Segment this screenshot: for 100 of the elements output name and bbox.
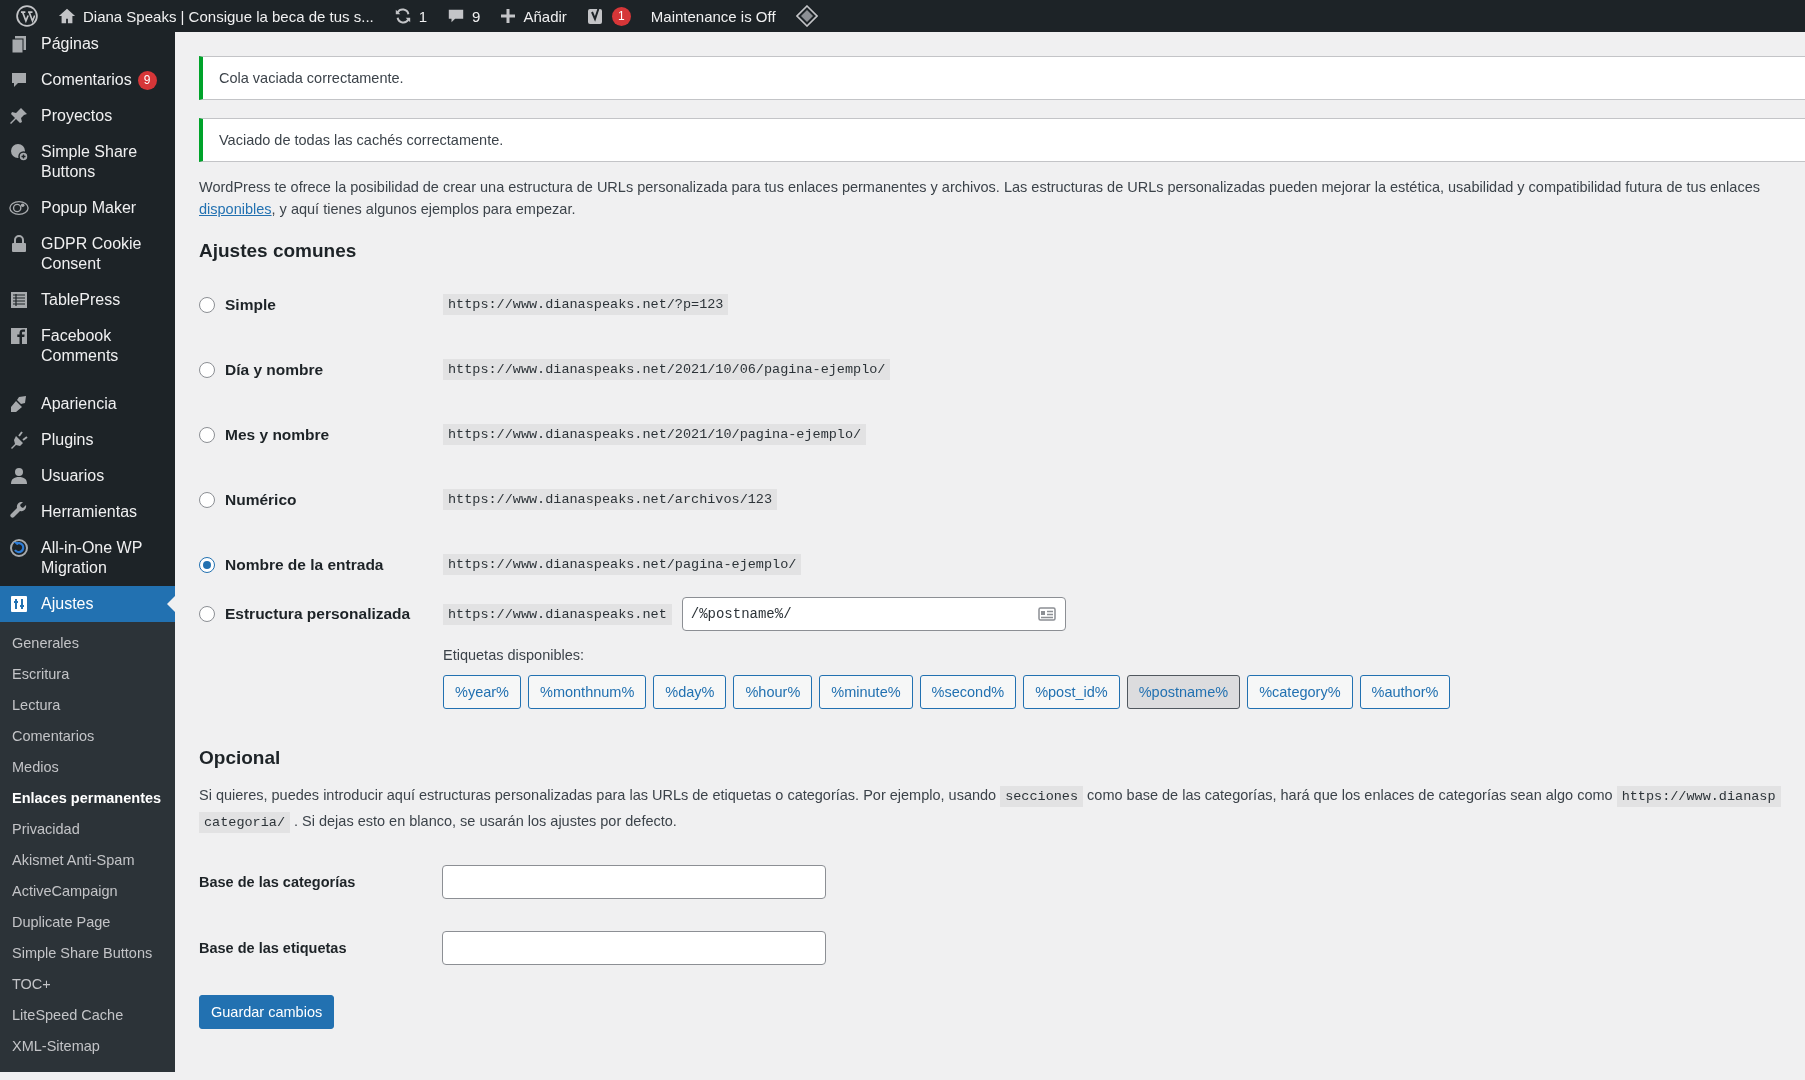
popup-icon: [9, 198, 29, 218]
submenu-item[interactable]: Privacidad: [0, 814, 175, 845]
submenu-item[interactable]: LiteSpeed Cache: [0, 1000, 175, 1031]
maintenance-status-link[interactable]: Maintenance is Off: [650, 7, 776, 25]
description-text: , y aquí tienes algunos ejemplos para empezar.: [271, 201, 576, 217]
section-heading: Ajustes comunes: [199, 240, 358, 262]
code-snippet: categoria/: [199, 812, 290, 833]
submenu-item[interactable]: Generales: [0, 628, 175, 659]
tag-button[interactable]: %monthnum%: [528, 675, 647, 709]
comment-icon: [9, 70, 29, 90]
sidebar-item[interactable]: Páginas: [0, 32, 175, 62]
success-notice: Cola vaciada correctamente.: [199, 56, 1805, 100]
tag-button[interactable]: %author%: [1359, 675, 1451, 709]
url-example: https://www.dianaspeaks.net/2021/10/pagina-ejemplo/: [443, 424, 867, 445]
submenu-item[interactable]: Comentarios: [0, 721, 175, 752]
radio-button[interactable]: [199, 606, 215, 622]
tag-button[interactable]: %second%: [919, 675, 1017, 709]
option-label: Día y nombre: [225, 360, 324, 379]
url-example: https://www.dianaspeaks.net/?p=123: [443, 294, 729, 315]
site-title-link[interactable]: Diana Speaks | Consigue la beca de tus s...: [83, 7, 374, 25]
tag-button[interactable]: %hour%: [733, 675, 813, 709]
section-heading: Opcional: [199, 747, 282, 769]
sidebar-item[interactable]: Proyectos: [0, 98, 175, 134]
tags-label: Etiquetas disponibles:: [443, 647, 586, 663]
custom-structure-field[interactable]: /%postname%/: [681, 597, 1066, 631]
sidebar-item[interactable]: Popup Maker: [0, 190, 175, 226]
description-text: WordPress te ofrece la posibilidad de crear una estructura de URLs personalizada para tus enlaces permanentes y archivos. Las estructuras de URLs personalizadas pueden mejorar la estética, usabilidad y compatibilidad futura de tus enlaces: [199, 179, 1760, 195]
submenu-item[interactable]: Duplicate Page: [0, 907, 175, 938]
submenu-item[interactable]: ActiveCampaign: [0, 876, 175, 907]
description-text: Si quieres, puedes introducir aquí estructuras personalizadas para las URLs de etiquetas o categorías. Por ejemplo, usando: [199, 787, 997, 803]
save-button[interactable]: Guardar cambios: [199, 995, 335, 1029]
new-content-link[interactable]: Añadir: [523, 7, 567, 25]
code-snippet: secciones: [1000, 786, 1084, 807]
plug-icon: [9, 430, 29, 450]
updates-count[interactable]: 1: [418, 7, 428, 25]
success-notice: Vaciado de todas las cachés correctamente.: [199, 118, 1805, 162]
notification-badge: 1: [611, 6, 631, 26]
circular-arrows-icon: [9, 538, 29, 558]
sidebar-item[interactable]: Plugins: [0, 422, 175, 458]
count-badge: 9: [137, 70, 157, 90]
share-buttons-icon: [9, 142, 29, 162]
sidebar-item[interactable]: All-in-One WP Migration: [0, 530, 175, 586]
sidebar-item[interactable]: Comentarios 9: [0, 62, 175, 98]
radio-button[interactable]: [199, 556, 215, 573]
field-label: Base de las categorías: [199, 874, 357, 890]
submenu-item[interactable]: Escritura: [0, 659, 175, 690]
wordpress-logo-icon[interactable]: [16, 5, 38, 27]
lock-icon: [9, 234, 29, 254]
url-example: https://www.dianaspeaks.net/archivos/123: [443, 489, 778, 510]
plus-icon: [500, 8, 517, 24]
tag-button[interactable]: %day%: [653, 675, 727, 709]
sidebar-item[interactable]: Herramientas: [0, 494, 175, 530]
url-example: https://www.dianaspeaks.net/pagina-ejemplo/: [443, 554, 802, 575]
url-prefix: https://www.dianaspeaks.net: [443, 603, 672, 625]
radio-button[interactable]: [199, 491, 215, 508]
tag-button[interactable]: %post_id%: [1023, 675, 1120, 709]
option-label: Mes y nombre: [225, 425, 330, 444]
settings-icon: [9, 594, 29, 614]
radio-button[interactable]: [199, 361, 215, 378]
tag-button[interactable]: %category%: [1247, 675, 1353, 709]
option-label: Estructura personalizada: [225, 605, 411, 623]
card-icon: [1037, 607, 1056, 621]
facebook-icon: [9, 326, 29, 346]
pushpin-icon: [9, 106, 29, 126]
option-label: Nombre de la entrada: [225, 555, 384, 574]
tag-button[interactable]: %minute%: [819, 675, 913, 709]
table-icon: [9, 290, 29, 310]
input-field[interactable]: [442, 931, 826, 965]
submenu-item[interactable]: Akismet Anti-Spam: [0, 845, 175, 876]
sidebar-item[interactable]: Apariencia: [0, 386, 175, 422]
sidebar-item[interactable]: TablePress: [0, 282, 175, 318]
sidebar-item[interactable]: Ajustes: [0, 586, 175, 622]
option-label: Numérico: [225, 490, 297, 509]
user-icon: [9, 466, 29, 486]
description-text: como base de las categorías, hará que los enlaces de categorías sean algo como: [1087, 787, 1613, 803]
sidebar-item[interactable]: Usuarios: [0, 458, 175, 494]
seo-plugin-icon[interactable]: [586, 6, 605, 26]
diamond-icon[interactable]: [795, 5, 818, 27]
submenu-item[interactable]: TOC+: [0, 969, 175, 1000]
sidebar-item[interactable]: GDPR Cookie Consent: [0, 226, 175, 282]
radio-button[interactable]: [199, 426, 215, 443]
submenu-item[interactable]: XML-Sitemap: [0, 1031, 175, 1062]
field-label: Base de las etiquetas: [199, 940, 348, 956]
submenu-item[interactable]: Lectura: [0, 690, 175, 721]
tag-button[interactable]: %postname%: [1126, 675, 1241, 709]
radio-button[interactable]: [199, 296, 215, 313]
tag-button[interactable]: %year%: [443, 675, 521, 709]
paintbrush-icon: [9, 394, 29, 414]
code-snippet: https://www.dianasp: [1616, 786, 1781, 807]
submenu-item[interactable]: Medios: [0, 752, 175, 783]
sidebar-item[interactable]: Simple Share Buttons: [0, 134, 175, 190]
home-icon: [58, 7, 76, 25]
comments-count[interactable]: 9: [472, 7, 481, 25]
refresh-icon: [393, 7, 412, 25]
description-text: . Si dejas esto en blanco, se usarán los ajustes por defecto.: [294, 813, 677, 829]
sidebar-item[interactable]: Facebook Comments: [0, 318, 175, 374]
documentation-link[interactable]: disponibles: [199, 201, 272, 217]
submenu-item[interactable]: Enlaces permanentes: [0, 783, 175, 814]
input-field[interactable]: [442, 865, 826, 899]
submenu-item[interactable]: Simple Share Buttons: [0, 938, 175, 969]
